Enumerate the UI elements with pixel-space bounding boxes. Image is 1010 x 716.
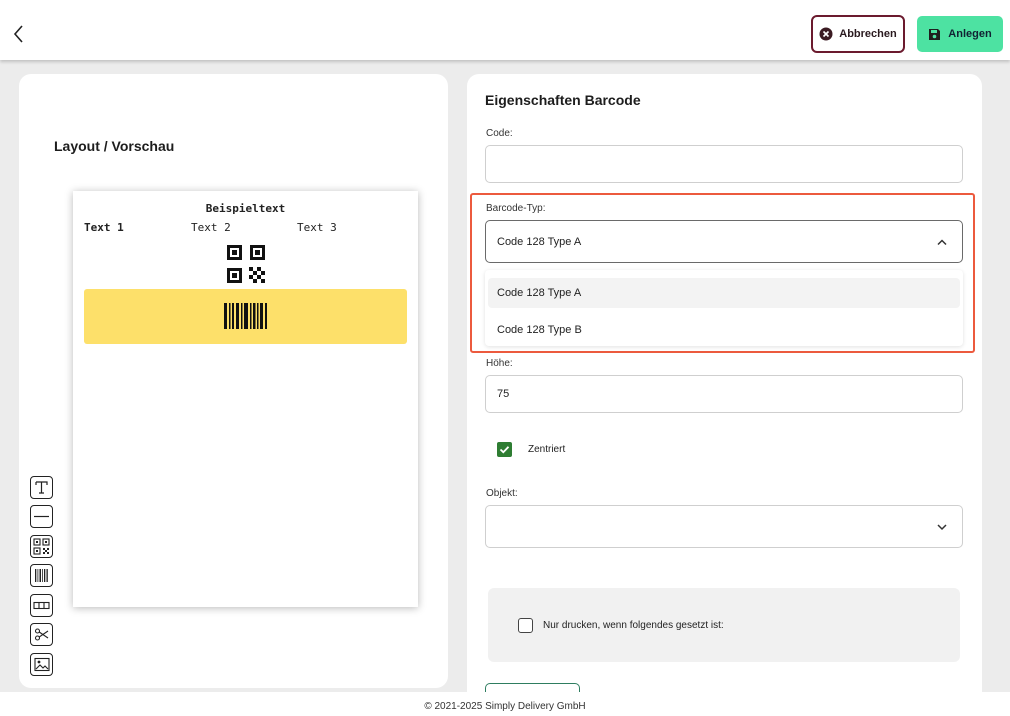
cancel-button[interactable]: Abbrechen bbox=[811, 15, 905, 53]
centered-checkbox[interactable] bbox=[497, 442, 512, 457]
barcode-type-select[interactable]: Code 128 Type A bbox=[485, 220, 963, 263]
properties-title: Eigenschaften Barcode bbox=[485, 92, 641, 108]
cancel-button-label: Abbrechen bbox=[839, 28, 897, 40]
barcode-type-option[interactable]: Code 128 Type B bbox=[488, 315, 960, 345]
text-T-icon bbox=[35, 481, 48, 494]
checkmark-icon bbox=[499, 446, 510, 454]
barcode-type-label: Barcode-Typ: bbox=[486, 203, 546, 214]
preview-text-1[interactable]: Text 1 bbox=[84, 221, 124, 234]
code-label: Code: bbox=[486, 128, 513, 139]
preview-text-3[interactable]: Text 3 bbox=[297, 221, 337, 234]
height-input[interactable]: 75 bbox=[485, 375, 963, 413]
horizontal-line-icon bbox=[34, 515, 49, 518]
chevron-up-icon bbox=[937, 238, 947, 245]
layout-title: Layout / Vorschau bbox=[54, 138, 175, 154]
footer-copyright: © 2021-2025 Simply Delivery GmbH bbox=[0, 692, 1010, 716]
object-label: Objekt: bbox=[486, 488, 518, 499]
top-bar: Abbrechen Anlegen bbox=[0, 0, 1010, 60]
barcode-type-option[interactable]: Code 128 Type A bbox=[488, 278, 960, 308]
box-tool-button[interactable] bbox=[30, 594, 53, 617]
print-condition-box: Nur drucken, wenn folgendes gesetzt ist: bbox=[488, 588, 960, 662]
preview-text-2[interactable]: Text 2 bbox=[191, 221, 231, 234]
qr-code-icon bbox=[33, 538, 50, 555]
print-condition-label: Nur drucken, wenn folgendes gesetzt ist: bbox=[543, 620, 724, 631]
preview-barcode-icon bbox=[224, 303, 267, 329]
image-icon bbox=[33, 657, 50, 672]
columns-box-icon bbox=[33, 601, 50, 610]
text-tool-button[interactable] bbox=[30, 476, 53, 499]
scissors-icon bbox=[34, 628, 49, 641]
preview-barcode-element[interactable] bbox=[84, 289, 407, 344]
image-tool-button[interactable] bbox=[30, 653, 53, 676]
preview-qr-code-icon[interactable] bbox=[227, 245, 265, 283]
back-button[interactable] bbox=[8, 20, 30, 48]
save-button[interactable]: Anlegen bbox=[917, 16, 1003, 52]
label-preview[interactable]: Beispieltext Text 1 Text 2 Text 3 bbox=[73, 191, 418, 607]
barcode-icon bbox=[35, 569, 48, 582]
cut-tool-button[interactable] bbox=[30, 623, 53, 646]
print-condition-checkbox[interactable] bbox=[518, 618, 533, 633]
centered-label: Zentriert bbox=[528, 444, 566, 455]
barcode-tool-button[interactable] bbox=[30, 564, 53, 587]
code-input[interactable] bbox=[485, 145, 963, 183]
barcode-type-dropdown: Code 128 Type A Code 128 Type B bbox=[485, 270, 963, 346]
object-select[interactable] bbox=[485, 505, 963, 548]
chevron-down-icon bbox=[937, 523, 947, 530]
preview-sample-title[interactable]: Beispieltext bbox=[73, 202, 418, 215]
line-tool-button[interactable] bbox=[30, 505, 53, 528]
save-button-label: Anlegen bbox=[948, 28, 992, 40]
barcode-type-selected-value: Code 128 Type A bbox=[497, 235, 582, 248]
height-label: Höhe: bbox=[486, 358, 513, 369]
chevron-left-icon bbox=[13, 25, 23, 43]
cancel-x-circle-icon bbox=[819, 27, 833, 41]
layout-panel: Layout / Vorschau Beispieltext Text 1 Te… bbox=[19, 74, 448, 688]
properties-panel: Eigenschaften Barcode Code: Barcode-Typ:… bbox=[467, 74, 982, 694]
save-disk-icon bbox=[929, 28, 941, 40]
qr-tool-button[interactable] bbox=[30, 535, 53, 558]
